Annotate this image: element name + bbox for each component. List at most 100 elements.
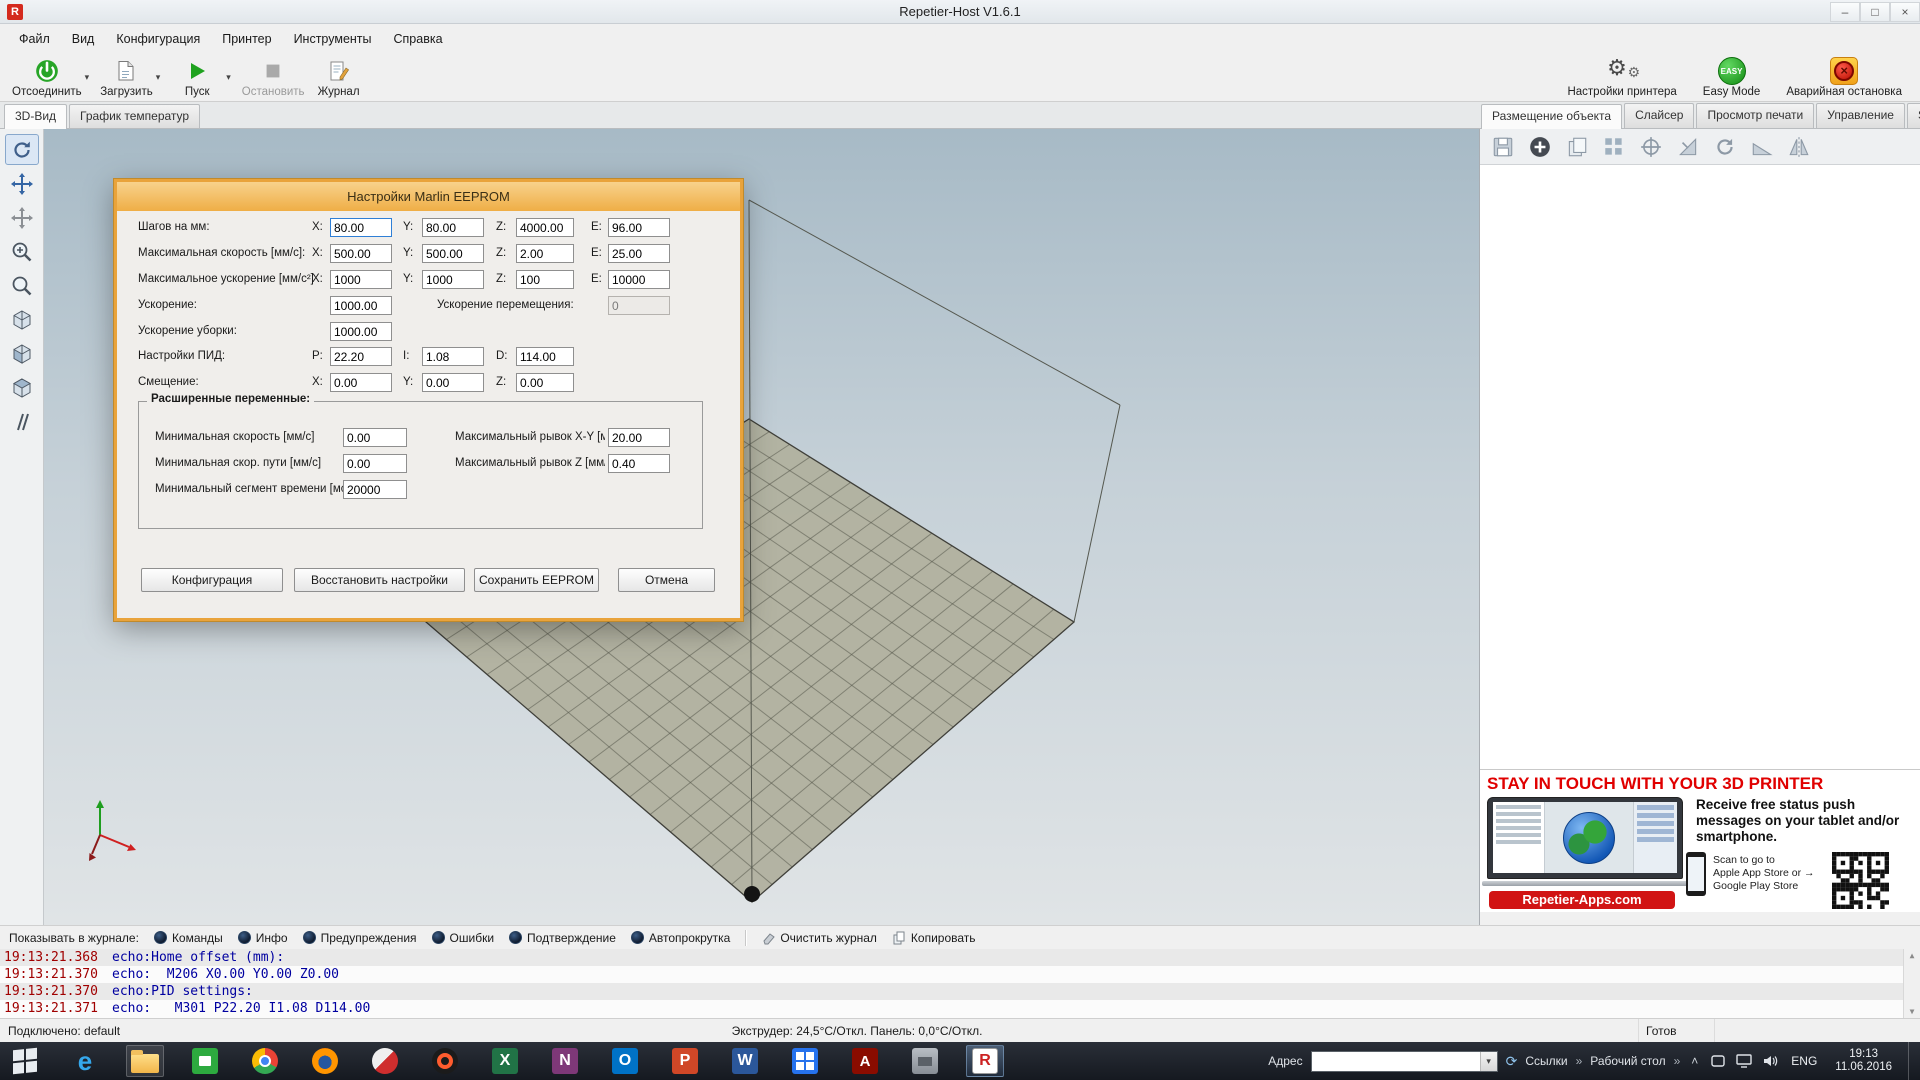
min-speed-input[interactable] [343, 428, 407, 447]
pid-d-input[interactable] [516, 347, 574, 366]
tab-sd-card[interactable]: SD-карта [1907, 103, 1920, 128]
tab-3d-view[interactable]: 3D-Вид [4, 104, 67, 129]
steps-y-input[interactable] [422, 218, 484, 237]
jerk-z-input[interactable] [608, 454, 670, 473]
dropdown-arrow-icon[interactable]: ▾ [223, 72, 234, 83]
address-go-icon[interactable]: ⟳ [1506, 1053, 1518, 1070]
volume-icon[interactable] [1761, 1054, 1779, 1068]
scale-object-icon[interactable] [1675, 134, 1701, 160]
maximize-button[interactable]: □ [1860, 2, 1890, 22]
copy-object-icon[interactable] [1564, 134, 1590, 160]
menu-config[interactable]: Конфигурация [105, 26, 211, 52]
taskbar-clock[interactable]: 19:13 11.06.2016 [1829, 1048, 1898, 1074]
close-button[interactable]: × [1890, 2, 1920, 22]
taskbar-word-icon[interactable]: W [726, 1045, 764, 1077]
taskbar-repetier-icon[interactable]: R [966, 1045, 1004, 1077]
taskbar-chrome-icon[interactable] [246, 1045, 284, 1077]
toggle-ack[interactable]: Подтверждение [509, 931, 616, 945]
printer-settings-button[interactable]: ⚙⚙ Настройки принтера [1563, 54, 1680, 101]
taskbar-office-icon[interactable] [786, 1045, 824, 1077]
tab-control[interactable]: Управление [1816, 103, 1905, 128]
jerk-xy-input[interactable] [608, 428, 670, 447]
menu-help[interactable]: Справка [383, 26, 454, 52]
top-view-tool[interactable] [5, 372, 39, 403]
easy-mode-button[interactable]: EASY Easy Mode [1699, 54, 1765, 101]
max-accel-e-input[interactable] [608, 270, 670, 289]
links-chevron-icon[interactable]: » [1576, 1054, 1583, 1068]
dropdown-arrow-icon[interactable]: ▾ [153, 72, 164, 83]
action-center-icon[interactable] [1709, 1054, 1727, 1068]
start-button[interactable] [6, 1045, 44, 1077]
retract-accel-input[interactable] [330, 322, 392, 341]
taskbar-firefox-icon[interactable] [306, 1045, 344, 1077]
mirror-object-icon[interactable] [1786, 134, 1812, 160]
taskbar-store-icon[interactable] [186, 1045, 224, 1077]
log-view[interactable]: 19:13:21.368echo:Home offset (mm): 19:13… [0, 949, 1920, 1018]
move-viewpoint-tool[interactable] [5, 202, 39, 233]
zoom-in-tool[interactable] [5, 236, 39, 267]
tab-slicer[interactable]: Слайсер [1624, 103, 1694, 128]
address-dropdown-icon[interactable]: ▾ [1480, 1052, 1497, 1071]
links-toolbar-label[interactable]: Ссылки [1525, 1054, 1567, 1068]
min-travel-input[interactable] [343, 454, 407, 473]
toggle-commands[interactable]: Команды [154, 931, 223, 945]
ad-panel[interactable]: STAY IN TOUCH WITH YOUR 3D PRINTER Repet… [1480, 769, 1920, 912]
max-accel-y-input[interactable] [422, 270, 484, 289]
dialog-title[interactable]: Настройки Marlin EEPROM [117, 182, 740, 211]
toggle-errors[interactable]: Ошибки [432, 931, 495, 945]
taskbar-browser-icon[interactable] [426, 1045, 464, 1077]
zoom-fit-tool[interactable] [5, 270, 39, 301]
max-speed-y-input[interactable] [422, 244, 484, 263]
emergency-stop-button[interactable]: × Аварийная остановка [1782, 54, 1906, 101]
taskbar-aimp-icon[interactable] [366, 1045, 404, 1077]
rotate-object-icon[interactable] [1712, 134, 1738, 160]
taskbar-outlook-icon[interactable]: O [606, 1045, 644, 1077]
lay-flat-icon[interactable] [1749, 134, 1775, 160]
save-object-icon[interactable] [1490, 134, 1516, 160]
max-accel-x-input[interactable] [330, 270, 392, 289]
save-eeprom-button[interactable]: Сохранить EEPROM [474, 568, 599, 592]
log-button[interactable]: Журнал [309, 54, 369, 101]
toggle-info[interactable]: Инфо [238, 931, 288, 945]
front-view-tool[interactable] [5, 338, 39, 369]
steps-z-input[interactable] [516, 218, 574, 237]
parallel-projection-tool[interactable] [5, 406, 39, 437]
autoposition-icon[interactable] [1601, 134, 1627, 160]
tab-object-placement[interactable]: Размещение объекта [1481, 104, 1622, 129]
center-object-icon[interactable] [1638, 134, 1664, 160]
add-object-icon[interactable] [1527, 134, 1553, 160]
disconnect-button[interactable]: Отсоединить ▾ [8, 54, 96, 101]
copy-log-button[interactable]: Копировать [892, 931, 976, 945]
menu-file[interactable]: Файл [8, 26, 61, 52]
max-speed-e-input[interactable] [608, 244, 670, 263]
scroll-up-icon[interactable]: ▲ [1910, 951, 1915, 960]
load-button[interactable]: Загрузить ▾ [96, 54, 167, 101]
show-desktop-button[interactable] [1908, 1042, 1916, 1080]
offset-z-input[interactable] [516, 373, 574, 392]
tray-expand-icon[interactable]: ˄ [1688, 1054, 1701, 1068]
max-speed-x-input[interactable] [330, 244, 392, 263]
toggle-warnings[interactable]: Предупреждения [303, 931, 417, 945]
max-speed-z-input[interactable] [516, 244, 574, 263]
pid-p-input[interactable] [330, 347, 392, 366]
desktop-chevron-icon[interactable]: » [1674, 1054, 1681, 1068]
menu-printer[interactable]: Принтер [211, 26, 282, 52]
steps-x-input[interactable] [330, 218, 392, 237]
cancel-button[interactable]: Отмена [618, 568, 715, 592]
scroll-down-icon[interactable]: ▼ [1910, 1007, 1915, 1016]
desktop-toolbar-label[interactable]: Рабочий стол [1590, 1054, 1665, 1068]
offset-x-input[interactable] [330, 373, 392, 392]
dropdown-arrow-icon[interactable]: ▾ [82, 72, 93, 83]
taskbar-powerpoint-icon[interactable]: P [666, 1045, 704, 1077]
pid-i-input[interactable] [422, 347, 484, 366]
taskbar-printer-icon[interactable] [906, 1045, 944, 1077]
config-button[interactable]: Конфигурация [141, 568, 283, 592]
tab-print-preview[interactable]: Просмотр печати [1696, 103, 1814, 128]
repetier-apps-banner[interactable]: Repetier-Apps.com [1489, 891, 1675, 909]
isometric-view-tool[interactable] [5, 304, 39, 335]
accel-input[interactable] [330, 296, 392, 315]
address-input[interactable] [1312, 1052, 1480, 1071]
menu-view[interactable]: Вид [61, 26, 106, 52]
language-indicator[interactable]: ENG [1787, 1054, 1821, 1068]
taskbar-acrobat-icon[interactable]: A [846, 1045, 884, 1077]
